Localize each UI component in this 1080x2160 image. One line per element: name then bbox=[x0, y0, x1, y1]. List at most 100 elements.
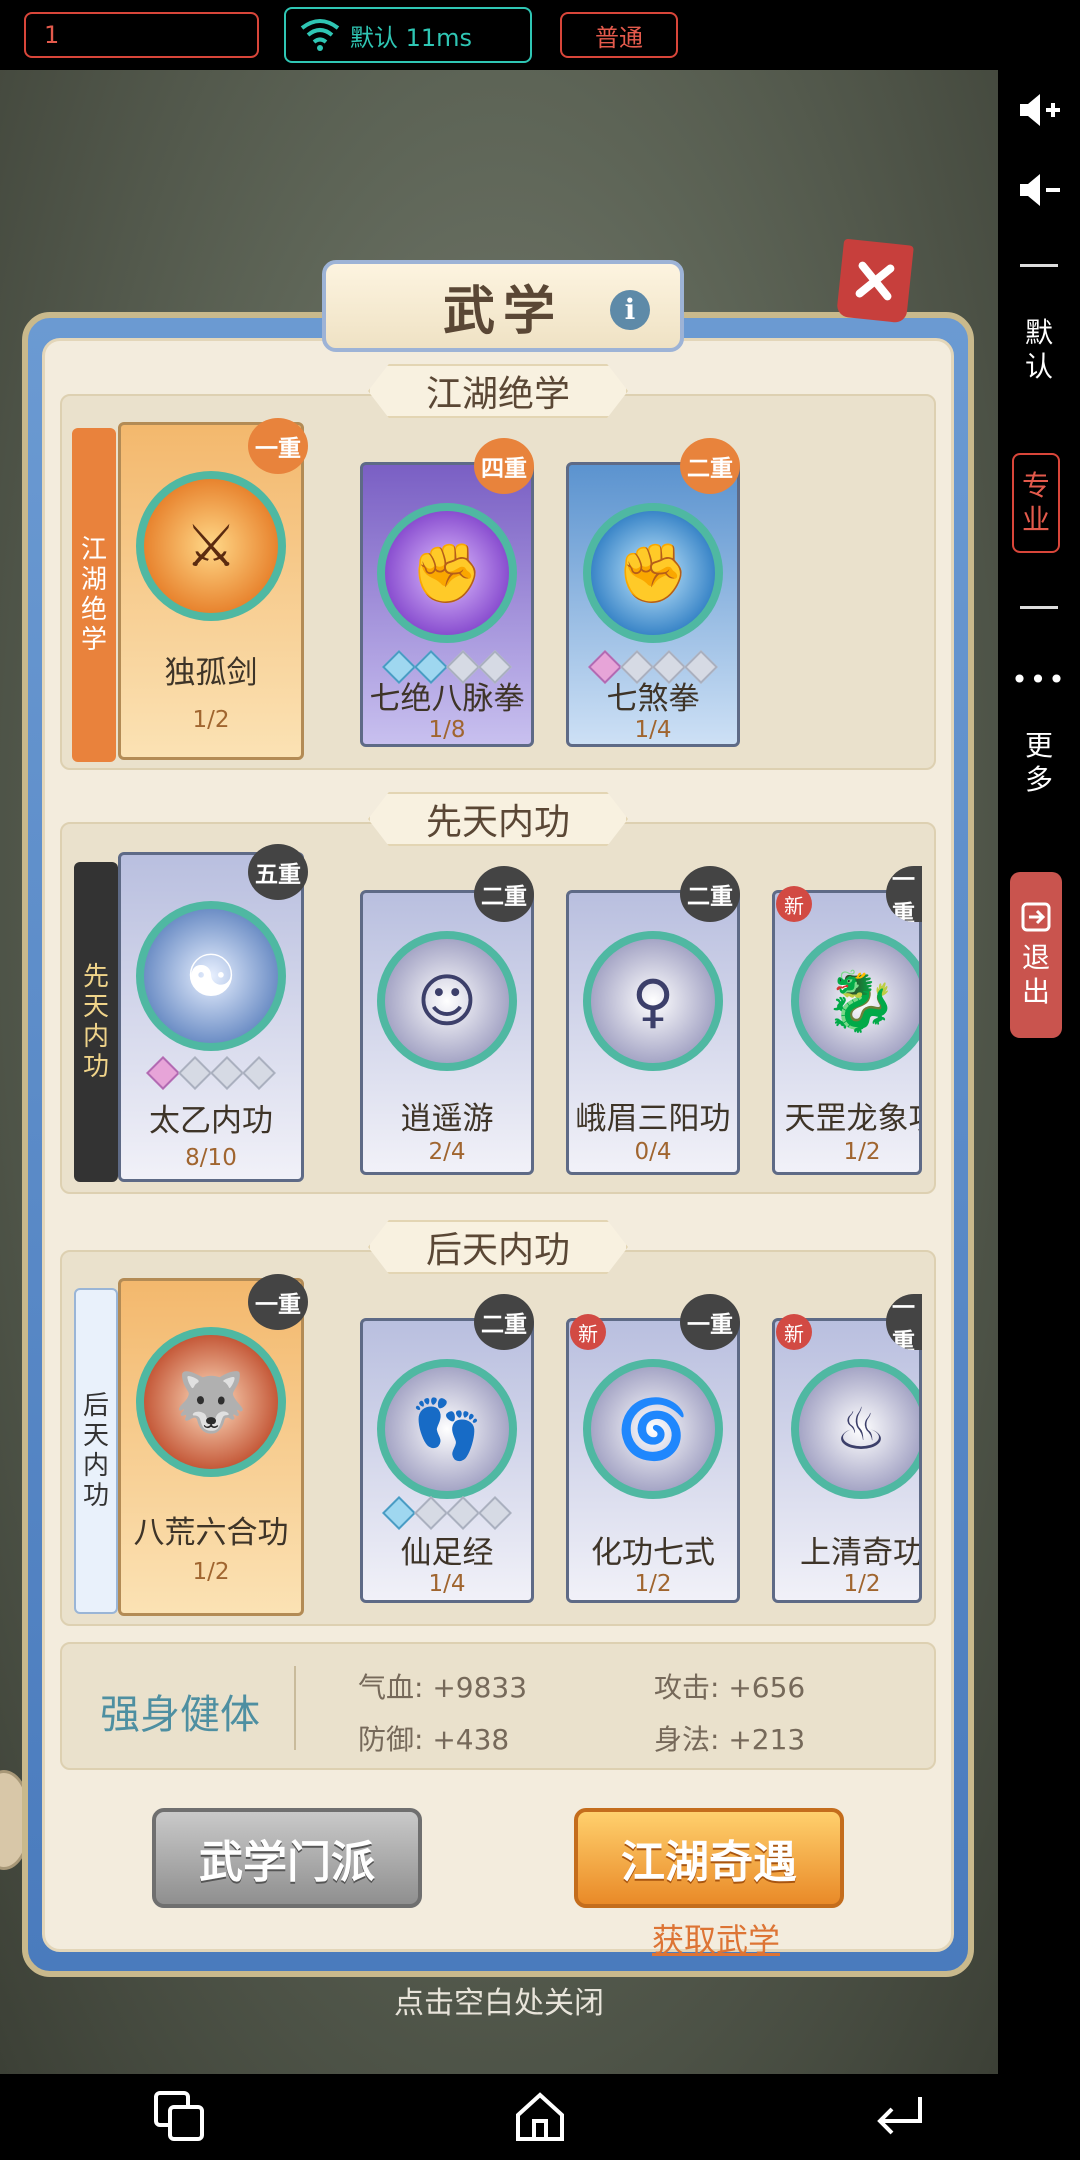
tier-badge: 五重 bbox=[248, 844, 308, 900]
fist-icon: ✊ bbox=[377, 503, 517, 643]
stat-attack: 攻击: +656 bbox=[654, 1671, 806, 1704]
skill-card[interactable]: ♨ 上清奇功 1/2 bbox=[772, 1318, 922, 1603]
bowl-icon: ♨ bbox=[791, 1359, 919, 1499]
exit-icon bbox=[1021, 902, 1051, 932]
get-skills-link[interactable]: 获取武学 bbox=[652, 1915, 780, 1961]
skill-count: 1/4 bbox=[634, 717, 672, 743]
skill-name: 太乙内功 bbox=[149, 1103, 273, 1139]
lady-icon: ♀ bbox=[583, 931, 723, 1071]
stats-title: 强身健体 bbox=[100, 1692, 260, 1738]
tier-badge: 二重 bbox=[680, 866, 740, 922]
more-dots-icon[interactable]: ••• bbox=[998, 654, 1080, 704]
section-title: 先天内功 bbox=[368, 792, 628, 846]
skill-count: 0/4 bbox=[634, 1139, 672, 1165]
skill-name: 峨眉三阳功 bbox=[575, 1101, 731, 1137]
monk-icon: ☺ bbox=[377, 931, 517, 1071]
android-nav-bar bbox=[0, 2074, 1080, 2160]
martial-school-button[interactable]: 武学门派 bbox=[152, 1808, 422, 1908]
stat-defense: 防御: +438 bbox=[358, 1723, 510, 1756]
skill-count: 1/2 bbox=[192, 707, 230, 733]
tier-badge: 二重 bbox=[680, 438, 740, 494]
new-badge: 新 bbox=[776, 886, 812, 922]
tier-badge: 一重 bbox=[248, 1274, 308, 1330]
yin-yang-icon: ☯ bbox=[136, 901, 286, 1051]
skill-name: 七绝八脉拳 bbox=[369, 681, 525, 717]
skill-count: 1/2 bbox=[843, 1139, 881, 1165]
section-scroll: 江湖绝学 bbox=[72, 428, 116, 762]
skill-card[interactable]: 🐉 天罡龙象功 1/2 bbox=[772, 890, 922, 1175]
wifi-icon bbox=[300, 19, 340, 51]
volume-up-icon bbox=[1020, 94, 1060, 126]
tier-badge: 一重 bbox=[248, 418, 308, 474]
skill-card[interactable]: 👣 仙足经 1/4 bbox=[360, 1318, 534, 1603]
skill-count: 1/2 bbox=[192, 1559, 230, 1585]
volume-up-button[interactable] bbox=[998, 70, 1080, 150]
fist-icon: ✊ bbox=[583, 503, 723, 643]
right-toolbar: 默认 专业 ••• 更多 退出 bbox=[998, 70, 1080, 2074]
star-gems bbox=[121, 1056, 301, 1090]
volume-down-button[interactable] bbox=[998, 150, 1080, 230]
skill-name: 天罡龙象功 bbox=[784, 1101, 920, 1137]
title-plaque: 武学 i bbox=[322, 260, 684, 352]
game-area[interactable]: 武学 i 江湖绝学 江湖绝学 ⚔ 独孤剑 1/2 一重 ✊ 七绝八脉拳 1/8 … bbox=[0, 70, 998, 2074]
skill-name: 八荒六合功 bbox=[133, 1515, 289, 1551]
skill-name: 独孤剑 bbox=[164, 655, 258, 691]
default-button[interactable]: 默认 bbox=[998, 310, 1080, 390]
close-button[interactable] bbox=[836, 238, 914, 324]
star-gems bbox=[363, 1496, 531, 1530]
recent-apps-icon[interactable] bbox=[152, 2089, 208, 2145]
more-button[interactable]: 更多 bbox=[998, 718, 1080, 808]
separator bbox=[1020, 606, 1058, 609]
section-title: 后天内功 bbox=[368, 1220, 628, 1274]
input-field[interactable]: 1 bbox=[24, 12, 259, 58]
section-scroll-label: 后天内功 bbox=[82, 1391, 109, 1511]
input-value: 1 bbox=[44, 21, 60, 49]
network-status[interactable]: 默认 11ms bbox=[284, 7, 532, 63]
martial-arts-dialog: 武学 i 江湖绝学 江湖绝学 ⚔ 独孤剑 1/2 一重 ✊ 七绝八脉拳 1/8 … bbox=[22, 238, 974, 1977]
dragon-icon: 🐉 bbox=[791, 931, 919, 1071]
skill-card[interactable]: ♀ 峨眉三阳功 0/4 bbox=[566, 890, 740, 1175]
top-status-bar: 1 默认 11ms 普通 bbox=[0, 0, 1080, 70]
skill-card[interactable]: ✊ 七煞拳 1/4 bbox=[566, 462, 740, 747]
section-scroll-label: 江湖绝学 bbox=[80, 535, 107, 655]
default-label: 默认 bbox=[1024, 316, 1053, 383]
pro-button[interactable]: 专业 bbox=[1012, 453, 1060, 553]
new-badge: 新 bbox=[570, 1314, 606, 1350]
skill-count: 1/8 bbox=[428, 717, 466, 743]
skill-card[interactable]: ✊ 七绝八脉拳 1/8 bbox=[360, 462, 534, 747]
tier-badge: 二重 bbox=[474, 866, 534, 922]
back-icon[interactable] bbox=[872, 2089, 928, 2145]
skill-card[interactable]: ☺ 逍遥游 2/4 bbox=[360, 890, 534, 1175]
close-icon bbox=[855, 261, 895, 301]
skill-name: 上清奇功 bbox=[800, 1535, 922, 1571]
swirl-icon: 🌀 bbox=[583, 1359, 723, 1499]
skill-count: 1/2 bbox=[843, 1571, 881, 1597]
jianghu-adventure-button[interactable]: 江湖奇遇 bbox=[574, 1808, 844, 1908]
skill-name: 逍遥游 bbox=[400, 1101, 494, 1137]
volume-down-icon bbox=[1020, 174, 1060, 206]
exit-button[interactable]: 退出 bbox=[1010, 872, 1062, 1038]
new-badge: 新 bbox=[776, 1314, 812, 1350]
separator bbox=[1020, 264, 1058, 267]
wolf-icon: 🐺 bbox=[136, 1327, 286, 1477]
skill-count: 2/4 bbox=[428, 1139, 466, 1165]
skill-count: 8/10 bbox=[185, 1145, 237, 1171]
skill-card[interactable]: 🌀 化功七式 1/2 bbox=[566, 1318, 740, 1603]
network-label: 默认 11ms bbox=[350, 23, 473, 52]
skill-name: 化功七式 bbox=[591, 1535, 715, 1571]
home-icon[interactable] bbox=[512, 2089, 568, 2145]
stat-hp: 气血: +9833 bbox=[358, 1671, 528, 1704]
stats-divider bbox=[294, 1666, 296, 1750]
pro-label: 专业 bbox=[1021, 469, 1050, 536]
tier-badge: 四重 bbox=[474, 438, 534, 494]
info-icon[interactable]: i bbox=[610, 290, 650, 330]
close-hint: 点击空白处关闭 bbox=[394, 1986, 604, 2021]
sword-icon: ⚔ bbox=[136, 471, 286, 621]
skill-card[interactable]: ☯ 太乙内功 8/10 bbox=[118, 852, 304, 1182]
skill-name: 仙足经 bbox=[400, 1535, 494, 1571]
stats-panel: 强身健体 气血: +9833 攻击: +656 防御: +438 身法: +21… bbox=[60, 1642, 936, 1770]
skill-count: 1/2 bbox=[634, 1571, 672, 1597]
section-scroll: 后天内功 bbox=[74, 1288, 118, 1614]
mode-button[interactable]: 普通 bbox=[560, 12, 678, 58]
skill-count: 1/4 bbox=[428, 1571, 466, 1597]
